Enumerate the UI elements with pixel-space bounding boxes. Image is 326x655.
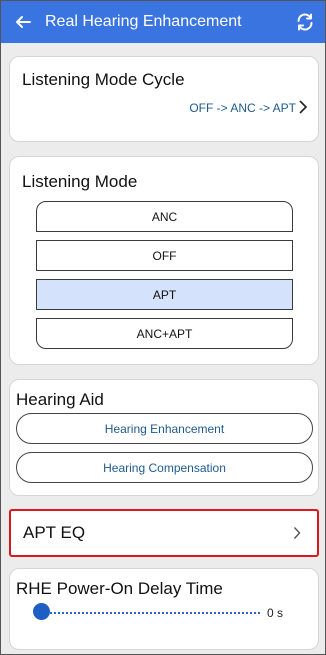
arrow-left-icon xyxy=(16,16,31,28)
mode-option-apt[interactable]: APT xyxy=(36,279,293,310)
rhe-delay-card: RHE Power-On Delay Time 0 s xyxy=(9,568,319,650)
apt-eq-row[interactable]: APT EQ xyxy=(9,509,319,557)
back-button[interactable] xyxy=(1,1,45,43)
listening-mode-cycle-card[interactable]: Listening Mode Cycle OFF -> ANC -> APT xyxy=(9,56,319,142)
page-title: Real Hearing Enhancement xyxy=(45,13,242,30)
mode-option-anc-apt[interactable]: ANC+APT xyxy=(36,318,293,349)
mode-option-label: APT xyxy=(152,287,177,302)
chevron-right-icon xyxy=(293,527,301,539)
app-bar: Real Hearing Enhancement xyxy=(1,1,325,43)
apt-eq-label: APT EQ xyxy=(23,523,86,542)
listening-mode-cycle-value: OFF -> ANC -> APT xyxy=(189,101,296,115)
hearing-compensation-label: Hearing Compensation xyxy=(103,460,226,475)
hearing-compensation-button[interactable]: Hearing Compensation xyxy=(16,452,313,483)
refresh-button[interactable] xyxy=(285,1,325,43)
hearing-enhancement-label: Hearing Enhancement xyxy=(104,421,225,436)
hearing-aid-card: Hearing Aid Hearing Enhancement Hearing … xyxy=(9,379,319,496)
hearing-aid-title: Hearing Aid xyxy=(16,390,104,409)
listening-mode-title: Listening Mode xyxy=(22,172,138,191)
mode-option-label: ANC+APT xyxy=(136,326,193,341)
rhe-delay-value: 0 s xyxy=(267,606,284,620)
chevron-right-icon-container xyxy=(285,526,309,540)
listening-mode-card: Listening Mode ANC OFF APT ANC+APT xyxy=(9,156,319,365)
rhe-delay-slider-thumb[interactable] xyxy=(33,603,50,620)
listening-mode-cycle-title: Listening Mode Cycle xyxy=(22,70,185,89)
chevron-right-icon xyxy=(299,100,308,114)
mode-option-label: OFF xyxy=(152,248,177,263)
rhe-delay-title: RHE Power-On Delay Time xyxy=(16,579,223,598)
mode-option-label: ANC xyxy=(151,209,178,224)
hearing-enhancement-button[interactable]: Hearing Enhancement xyxy=(16,413,313,444)
mode-option-anc[interactable]: ANC xyxy=(36,201,293,232)
rhe-delay-slider-track[interactable] xyxy=(42,612,260,614)
mode-option-off[interactable]: OFF xyxy=(36,240,293,271)
refresh-icon xyxy=(297,13,313,31)
